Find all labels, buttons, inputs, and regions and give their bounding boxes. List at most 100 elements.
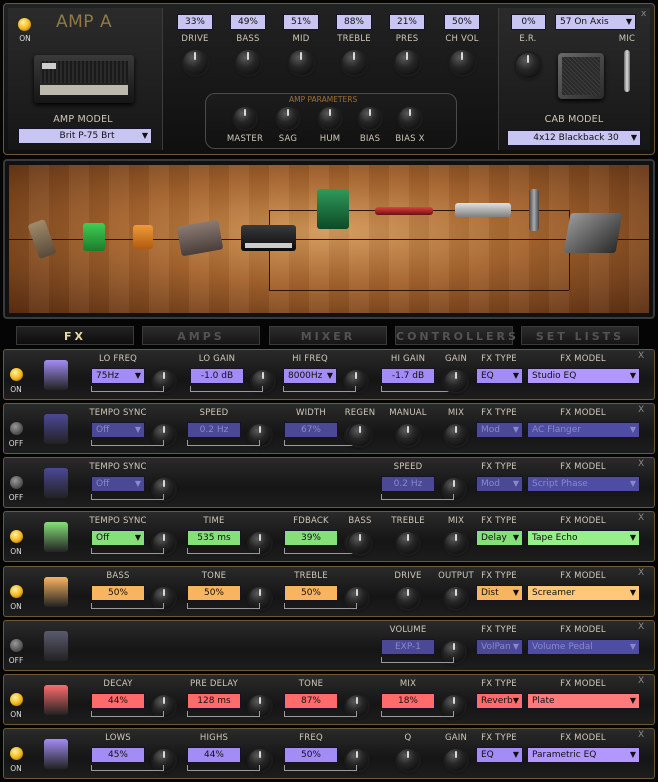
amp-power-button[interactable] <box>18 18 31 31</box>
fx-type-select[interactable]: Dist ▼ <box>476 585 523 601</box>
fx-fdback-value[interactable]: 39% <box>284 530 338 546</box>
fx-gain-knob[interactable] <box>445 370 467 392</box>
amp-hum-knob[interactable] <box>319 107 341 129</box>
fx-power-button[interactable] <box>10 639 23 652</box>
fx-decay-value[interactable]: 44% <box>91 693 145 709</box>
fx-volume-value[interactable]: EXP-1 <box>381 639 435 655</box>
fx-lo-freq-select[interactable]: 75Hz ▼ <box>91 368 145 384</box>
fx-model-select[interactable]: Studio EQ ▼ <box>527 368 640 384</box>
amp-mid-value[interactable]: 51% <box>283 14 319 30</box>
amp-bias-x-knob[interactable] <box>399 107 421 129</box>
tab-set-lists[interactable]: SET LISTS <box>521 326 639 345</box>
fx-power-button[interactable] <box>10 368 23 381</box>
amp-drive-value[interactable]: 33% <box>177 14 213 30</box>
fx-type-select[interactable]: Mod ▼ <box>476 422 523 438</box>
fx-time-value[interactable]: 535 ms <box>187 530 241 546</box>
tab-fx[interactable]: FX <box>16 326 134 345</box>
mic-icon[interactable] <box>624 50 630 92</box>
fx-treble-value[interactable]: 50% <box>284 585 338 601</box>
amp-drive-knob[interactable] <box>183 50 208 75</box>
fx-pre-delay-value[interactable]: 128 ms <box>187 693 241 709</box>
fx-close-button[interactable]: X <box>638 730 644 740</box>
fx-type-select[interactable]: Mod ▼ <box>476 476 523 492</box>
amp-ch-vol-knob[interactable] <box>450 50 475 75</box>
fx-treble-knob[interactable] <box>397 532 419 554</box>
fx-type-select[interactable]: VolPan ▼ <box>476 639 523 655</box>
tape-echo-icon[interactable] <box>317 189 349 229</box>
fx-tone-value[interactable]: 50% <box>187 585 241 601</box>
fx-tone-value[interactable]: 87% <box>284 693 338 709</box>
amp-bass-knob[interactable] <box>236 50 261 75</box>
fx-power-button[interactable] <box>10 585 23 598</box>
fx-type-select[interactable]: EQ ▼ <box>476 368 523 384</box>
fx-close-button[interactable]: X <box>638 405 644 415</box>
fx-close-button[interactable]: X <box>638 513 644 523</box>
studio-eq-icon[interactable] <box>529 189 539 231</box>
fx-regen-knob[interactable] <box>349 424 371 446</box>
er-knob[interactable] <box>516 53 541 78</box>
tab-controllers[interactable]: CONTROLLERS <box>395 326 516 345</box>
fx-model-select[interactable]: Script Phase ▼ <box>527 476 640 492</box>
fx-mix-knob[interactable] <box>445 532 467 554</box>
fx-model-select[interactable]: Tape Echo ▼ <box>527 530 640 546</box>
fx-q-knob[interactable] <box>397 749 419 771</box>
amp-master-knob[interactable] <box>234 107 256 129</box>
fx-highs-value[interactable]: 44% <box>187 747 241 763</box>
fx-model-select[interactable]: Parametric EQ ▼ <box>527 747 640 763</box>
fx-manual-knob[interactable] <box>397 424 419 446</box>
amp-mid-knob[interactable] <box>289 50 314 75</box>
fx-freq-value[interactable]: 50% <box>284 747 338 763</box>
amp-bias-knob[interactable] <box>359 107 381 129</box>
amp-head-chain-icon[interactable] <box>241 225 296 251</box>
fx-model-select[interactable]: AC Flanger ▼ <box>527 422 640 438</box>
fx-close-button[interactable]: X <box>638 351 644 361</box>
fx-type-select[interactable]: Delay ▼ <box>476 530 523 546</box>
fx-close-button[interactable]: X <box>638 676 644 686</box>
fx-hi-freq-select[interactable]: 8000Hz ▼ <box>283 368 337 384</box>
screamer-pedal-icon[interactable] <box>83 223 105 251</box>
amp-bass-value[interactable]: 49% <box>230 14 266 30</box>
fx-gain-knob[interactable] <box>445 749 467 771</box>
fx-lo-gain-value[interactable]: -1.0 dB <box>190 368 244 384</box>
amp-treble-knob[interactable] <box>342 50 367 75</box>
er-value[interactable]: 0% <box>511 14 546 30</box>
fx-power-button[interactable] <box>10 530 23 543</box>
fx-tempo-sync-select[interactable]: Off ▼ <box>91 476 145 492</box>
fx-speed-value[interactable]: 0.2 Hz <box>381 476 435 492</box>
mic-position-select[interactable]: 57 On Axis ▼ <box>555 14 636 30</box>
fx-close-button[interactable]: X <box>638 459 644 469</box>
fx-model-select[interactable]: Volume Pedal ▼ <box>527 639 640 655</box>
fx-model-select[interactable]: Screamer ▼ <box>527 585 640 601</box>
plate-reverb-icon[interactable] <box>375 207 433 215</box>
fx-power-button[interactable] <box>10 476 23 489</box>
cabinet-chain-icon[interactable] <box>563 213 623 253</box>
phaser-pedal-icon[interactable] <box>133 225 153 249</box>
fx-power-button[interactable] <box>10 747 23 760</box>
fx-mix-value[interactable]: 18% <box>381 693 435 709</box>
fx-lows-value[interactable]: 45% <box>91 747 145 763</box>
fx-hi-gain-value[interactable]: -1.7 dB <box>381 368 435 384</box>
fx-close-button[interactable]: X <box>638 622 644 632</box>
parametric-eq-icon[interactable] <box>455 203 511 217</box>
fx-bass-knob[interactable] <box>349 532 371 554</box>
amp-model-select[interactable]: Brit P-75 Brt ▼ <box>18 128 152 144</box>
fx-tempo-sync-select[interactable]: Off ▼ <box>91 530 145 546</box>
fx-tempo-sync-select[interactable]: Off ▼ <box>91 422 145 438</box>
amp-ch-vol-value[interactable]: 50% <box>444 14 480 30</box>
amp-treble-value[interactable]: 88% <box>336 14 372 30</box>
fx-output-knob[interactable] <box>445 587 467 609</box>
fx-mix-knob[interactable] <box>445 424 467 446</box>
amp-sag-knob[interactable] <box>277 107 299 129</box>
tab-mixer[interactable]: MIXER <box>269 326 387 345</box>
tab-amps[interactable]: AMPS <box>142 326 260 345</box>
fx-close-button[interactable]: X <box>638 568 644 578</box>
fx-speed-value[interactable]: 0.2 Hz <box>187 422 241 438</box>
amp-pres-value[interactable]: 21% <box>389 14 425 30</box>
cab-model-select[interactable]: 4x12 Blackback 30 ▼ <box>507 130 641 146</box>
fx-model-select[interactable]: Plate ▼ <box>527 693 640 709</box>
fx-drive-knob[interactable] <box>397 587 419 609</box>
fx-power-button[interactable] <box>10 422 23 435</box>
fx-bass-value[interactable]: 50% <box>91 585 145 601</box>
amp-pres-knob[interactable] <box>395 50 420 75</box>
fx-type-select[interactable]: EQ ▼ <box>476 747 523 763</box>
